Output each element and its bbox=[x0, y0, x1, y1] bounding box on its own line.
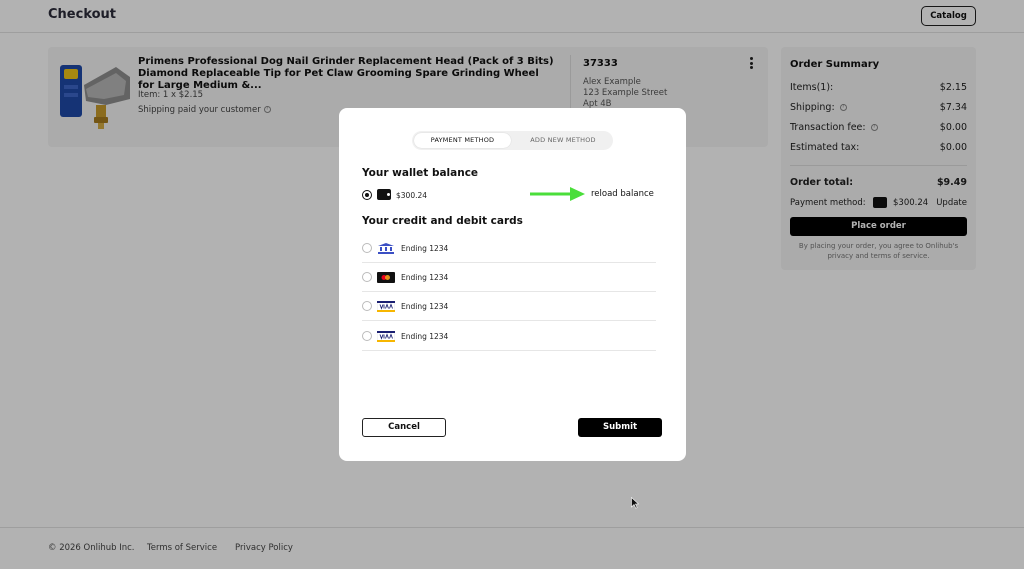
card-label: Ending 1234 bbox=[401, 302, 449, 311]
wallet-icon bbox=[377, 189, 391, 200]
visa-icon bbox=[377, 301, 395, 312]
wallet-radio[interactable] bbox=[362, 190, 372, 200]
cancel-button[interactable]: Cancel bbox=[362, 418, 446, 437]
card-option[interactable]: Ending 1234 bbox=[362, 322, 656, 351]
bank-icon bbox=[378, 243, 394, 254]
submit-button[interactable]: Submit bbox=[578, 418, 662, 437]
card-radio[interactable] bbox=[362, 243, 372, 253]
arrow-right-icon bbox=[530, 187, 585, 201]
card-label: Ending 1234 bbox=[401, 244, 449, 253]
card-label: Ending 1234 bbox=[401, 273, 449, 282]
mastercard-icon bbox=[377, 272, 395, 283]
card-option[interactable]: Ending 1234 bbox=[362, 263, 656, 292]
payment-method-modal: PAYMENT METHOD ADD NEW METHOD Your walle… bbox=[339, 108, 686, 461]
card-option[interactable]: Ending 1234 bbox=[362, 292, 656, 321]
card-option[interactable]: Ending 1234 bbox=[362, 234, 656, 263]
mouse-cursor-icon bbox=[631, 497, 639, 509]
wallet-section-title: Your wallet balance bbox=[362, 167, 479, 179]
card-radio[interactable] bbox=[362, 331, 372, 341]
reload-balance-link[interactable]: reload balance bbox=[591, 189, 654, 199]
card-label: Ending 1234 bbox=[401, 332, 449, 341]
visa-icon bbox=[377, 331, 395, 342]
cards-section-title: Your credit and debit cards bbox=[362, 215, 523, 227]
card-radio[interactable] bbox=[362, 272, 372, 282]
card-radio[interactable] bbox=[362, 301, 372, 311]
tab-add-new-method[interactable]: ADD NEW METHOD bbox=[515, 133, 611, 148]
payment-tabs: PAYMENT METHOD ADD NEW METHOD bbox=[412, 131, 613, 150]
tab-payment-method[interactable]: PAYMENT METHOD bbox=[414, 133, 511, 148]
wallet-amount: $300.24 bbox=[396, 191, 428, 200]
